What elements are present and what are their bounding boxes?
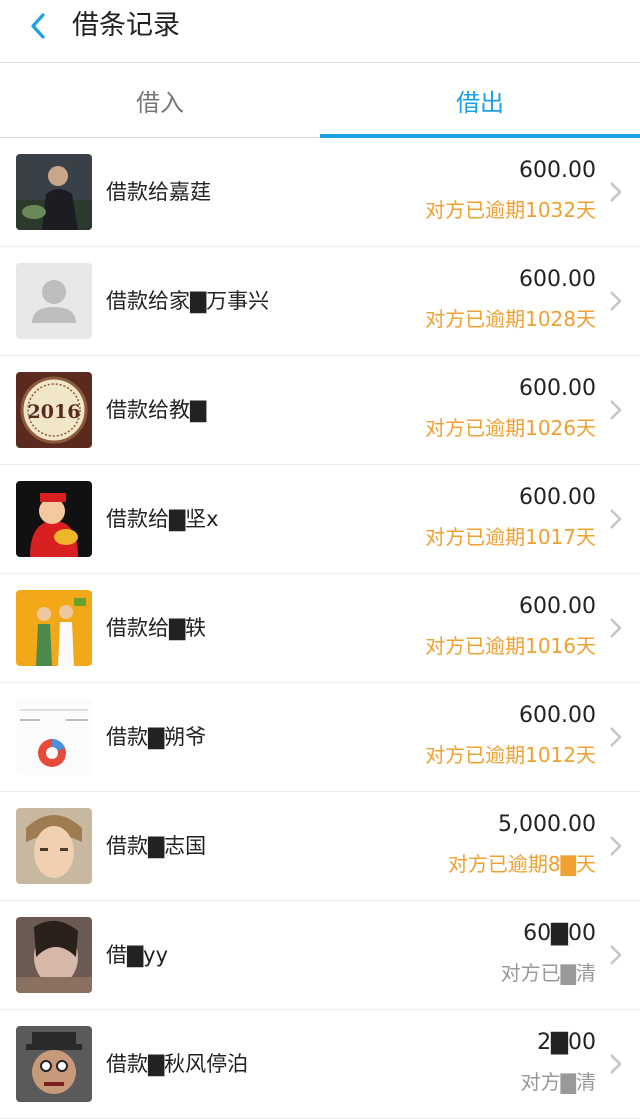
svg-text:2016: 2016 xyxy=(28,401,81,423)
chart-screenshot-avatar-icon xyxy=(16,699,92,775)
overdue-status: 对方已逾期1012天 xyxy=(425,743,596,767)
chevron-right-icon xyxy=(610,400,622,420)
overdue-status: 对方已逾期1017天 xyxy=(425,525,596,549)
avatar xyxy=(16,263,92,339)
borrower-name: 借款给教▇ xyxy=(106,398,207,422)
list-item[interactable]: 借款给嘉莛 600.00 对方已逾期1032天 xyxy=(0,138,640,247)
chevron-left-icon xyxy=(31,13,45,39)
list-item[interactable]: 借款▇志国 5,000.00 对方已逾期8▇天 xyxy=(0,792,640,901)
cartoon-avatar-icon xyxy=(16,1026,92,1102)
avatar: 2016 xyxy=(16,372,92,448)
borrower-name: 借款给▇轶 xyxy=(106,616,207,640)
photo-avatar-icon xyxy=(16,154,92,230)
loan-amount: 2▇00 xyxy=(537,1030,596,1055)
borrower-name: 借款给家▇万事兴 xyxy=(106,289,270,313)
page-title: 借条记录 xyxy=(72,10,180,41)
tab-bar: 借入 借出 xyxy=(0,63,640,138)
borrower-name: 借款▇志国 xyxy=(106,834,207,858)
avatar xyxy=(16,699,92,775)
chevron-right-icon xyxy=(610,836,622,856)
borrower-name: 借款▇秋风停泊 xyxy=(106,1052,249,1076)
list-item[interactable]: 借▇yy 60▇00 对方已▇清 xyxy=(0,901,640,1010)
photo-avatar-icon xyxy=(16,808,92,884)
chevron-right-icon xyxy=(610,291,622,311)
year-badge-avatar-icon: 2016 xyxy=(16,372,92,448)
overdue-status: 对方已逾期1016天 xyxy=(425,634,596,658)
avatar xyxy=(16,590,92,666)
avatar xyxy=(16,808,92,884)
borrower-name: 借▇yy xyxy=(106,943,169,967)
overdue-status: 对方已逾期1028天 xyxy=(425,307,596,331)
loan-amount: 60▇00 xyxy=(523,921,596,946)
overdue-status: 对方已逾期8▇天 xyxy=(447,852,596,876)
overdue-status: 对方已逾期1026天 xyxy=(425,416,596,440)
loan-amount: 600.00 xyxy=(519,267,596,292)
list-item[interactable]: 2016 借款给教▇ 600.00 对方已逾期1026天 xyxy=(0,356,640,465)
loan-amount: 5,000.00 xyxy=(498,812,596,837)
avatar xyxy=(16,1026,92,1102)
default-user-icon xyxy=(16,263,92,339)
chevron-right-icon xyxy=(610,727,622,747)
overdue-status: 对方已逾期1032天 xyxy=(425,198,596,222)
borrower-name: 借款给▇坚x xyxy=(106,507,219,531)
back-button[interactable] xyxy=(18,6,58,46)
borrower-name: 借款给嘉莛 xyxy=(106,180,211,204)
borrower-name: 借款▇朔爷 xyxy=(106,725,207,749)
tab-borrowed-in[interactable]: 借入 xyxy=(0,63,320,137)
loan-amount: 600.00 xyxy=(519,158,596,183)
loan-amount: 600.00 xyxy=(519,376,596,401)
loan-record-list: 借款给嘉莛 600.00 对方已逾期1032天 借款给家▇万事兴 600.00 … xyxy=(0,138,640,1119)
tab-lent-out[interactable]: 借出 xyxy=(320,63,640,138)
avatar xyxy=(16,917,92,993)
list-item[interactable]: 借款给家▇万事兴 600.00 对方已逾期1028天 xyxy=(0,247,640,356)
list-item[interactable]: 借款给▇坚x 600.00 对方已逾期1017天 xyxy=(0,465,640,574)
chevron-right-icon xyxy=(610,618,622,638)
fortune-god-avatar-icon xyxy=(16,481,92,557)
avatar xyxy=(16,481,92,557)
app-header: 借条记录 xyxy=(0,0,640,63)
chevron-right-icon xyxy=(610,945,622,965)
chevron-right-icon xyxy=(610,182,622,202)
loan-amount: 600.00 xyxy=(519,703,596,728)
loan-amount: 600.00 xyxy=(519,485,596,510)
avatar xyxy=(16,154,92,230)
settled-status: 对方▇清 xyxy=(520,1070,596,1094)
list-item[interactable]: 借款给▇轶 600.00 对方已逾期1016天 xyxy=(0,574,640,683)
photo-avatar-icon xyxy=(16,917,92,993)
list-item[interactable]: 借款▇秋风停泊 2▇00 对方▇清 xyxy=(0,1010,640,1119)
list-item[interactable]: 借款▇朔爷 600.00 对方已逾期1012天 xyxy=(0,683,640,792)
settled-status: 对方已▇清 xyxy=(500,961,596,985)
loan-amount: 600.00 xyxy=(519,594,596,619)
chevron-right-icon xyxy=(610,509,622,529)
chevron-right-icon xyxy=(610,1054,622,1074)
couple-photo-avatar-icon xyxy=(16,590,92,666)
